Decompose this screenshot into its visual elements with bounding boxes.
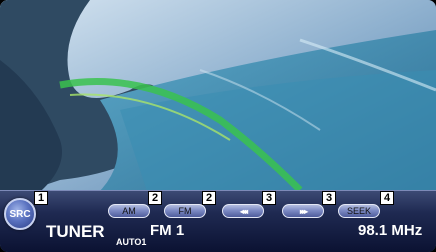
src-button-label: SRC xyxy=(9,208,31,220)
callout-3-back: 3 xyxy=(262,191,276,205)
am-button[interactable]: AM xyxy=(108,204,150,218)
source-label: TUNER xyxy=(46,222,105,241)
src-button[interactable]: SRC xyxy=(4,198,36,230)
frequency-display: 98.1 MHz xyxy=(358,222,423,239)
seek-button-label: SEEK xyxy=(346,206,371,216)
seek-forward-icon: ▸▸▸ xyxy=(299,206,308,216)
callout-3-forward: 3 xyxy=(322,191,336,205)
am-button-label: AM xyxy=(122,206,136,216)
control-bar xyxy=(0,190,436,252)
background-video xyxy=(0,0,436,200)
seek-forward-button[interactable]: ▸▸▸ xyxy=(282,204,324,218)
band-label: FM 1 xyxy=(150,222,185,239)
seek-back-icon: ◂◂◂ xyxy=(239,206,248,216)
fm-button[interactable]: FM xyxy=(164,204,206,218)
seek-button[interactable]: SEEK xyxy=(338,204,380,218)
seek-back-button[interactable]: ◂◂◂ xyxy=(222,204,264,218)
tuner-screen: SRC 1 AM 2 FM 2 ◂◂◂ 3 ▸▸▸ 3 SEEK 4 TUNER… xyxy=(0,0,436,252)
callout-2-fm: 2 xyxy=(202,191,216,205)
callout-1: 1 xyxy=(34,191,48,205)
callout-2-am: 2 xyxy=(148,191,162,205)
auto-mode-label: AUTO1 xyxy=(116,237,147,247)
callout-4: 4 xyxy=(380,191,394,205)
fm-button-label: FM xyxy=(178,206,192,216)
